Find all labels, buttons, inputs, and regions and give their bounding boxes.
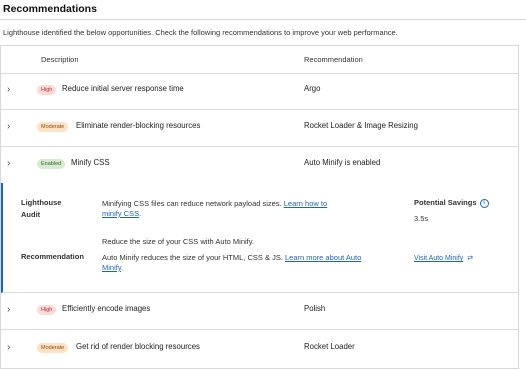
title-divider <box>0 19 526 20</box>
row-recommendation: Rocket Loader & Image Resizing <box>304 121 418 130</box>
chevron-right-icon[interactable]: › <box>7 304 15 316</box>
section-title: Recommendations <box>3 3 97 15</box>
audit-label-line1: Lighthouse <box>21 198 62 207</box>
audit-label-line2: Audit <box>21 210 41 219</box>
lighthouse-audit-label: Lighthouse Audit <box>21 197 61 221</box>
chevron-right-icon[interactable]: › <box>7 158 15 170</box>
rec-description: Auto Minify reduces the size of your HTM… <box>102 253 283 262</box>
visit-link-text[interactable]: Visit Auto Minify <box>414 255 463 262</box>
row-recommendation: Polish <box>304 304 326 313</box>
table-row-expanded[interactable]: › Enabled Minify CSS Auto Minify is enab… <box>1 146 518 184</box>
header-description: Description <box>41 55 79 64</box>
learn-auto-minify-link[interactable]: Learn more about Auto <box>285 253 361 262</box>
table-header: Description Recommendation <box>1 46 518 74</box>
row-description: Minify CSS <box>71 158 110 167</box>
recommendation-label: Recommendation <box>21 252 84 261</box>
table-row[interactable]: › High Efficiently encode images Polish <box>1 292 518 330</box>
priority-badge: High <box>37 85 57 95</box>
learn-minify-link[interactable]: Learn how to <box>284 199 327 208</box>
status-badge: Enabled <box>37 159 66 169</box>
recommendations-table: Description Recommendation › High Reduce… <box>0 45 519 369</box>
row-description: Eliminate render-blocking resources <box>76 121 201 130</box>
rec-period: . <box>121 263 124 272</box>
potential-savings-label: Potential Savings i <box>414 198 489 208</box>
row-description: Reduce initial server response time <box>62 84 184 93</box>
audit-description: Minifying CSS files can reduce network p… <box>102 199 282 208</box>
section-intro: Lighthouse identified the below opportun… <box>3 28 398 37</box>
row-recommendation: Auto Minify is enabled <box>304 158 381 167</box>
table-row[interactable]: › Moderate Get rid of render blocking re… <box>1 330 518 367</box>
potential-savings-text: Potential Savings <box>414 198 477 207</box>
table-row[interactable]: › Moderate Eliminate render-blocking res… <box>1 109 518 147</box>
rec-text-2: Auto Minify reduces the size of your HTM… <box>102 253 392 273</box>
audit-text: Minifying CSS files can reduce network p… <box>102 199 362 219</box>
visit-auto-minify-link[interactable]: Visit Auto Minify ⇄ <box>414 254 473 262</box>
chevron-right-icon[interactable]: › <box>7 84 15 96</box>
row-recommendation: Argo <box>304 84 321 93</box>
row-recommendation: Rocket Loader <box>304 342 355 351</box>
learn-minify-link-cont[interactable]: minify CSS <box>102 209 139 218</box>
rec-text-1: Reduce the size of your CSS with Auto Mi… <box>102 237 255 246</box>
row-description: Efficiently encode images <box>62 304 151 313</box>
potential-savings-value: 3.5s <box>414 214 429 223</box>
info-icon[interactable]: i <box>479 199 489 208</box>
external-link-icon: ⇄ <box>467 255 474 262</box>
learn-auto-minify-link-cont[interactable]: Minify <box>102 263 121 272</box>
chevron-right-icon[interactable]: › <box>7 342 15 354</box>
chevron-right-icon[interactable]: › <box>7 121 15 133</box>
priority-badge: Moderate <box>37 122 69 132</box>
audit-period: . <box>139 209 142 218</box>
priority-badge: High <box>37 305 57 315</box>
header-recommendation: Recommendation <box>304 55 363 64</box>
detail-panel: Lighthouse Audit Minifying CSS files can… <box>1 183 518 293</box>
table-row[interactable]: › High Reduce initial server response ti… <box>1 72 518 110</box>
priority-badge: Moderate <box>37 343 69 353</box>
row-description: Get rid of render blocking resources <box>76 342 200 351</box>
